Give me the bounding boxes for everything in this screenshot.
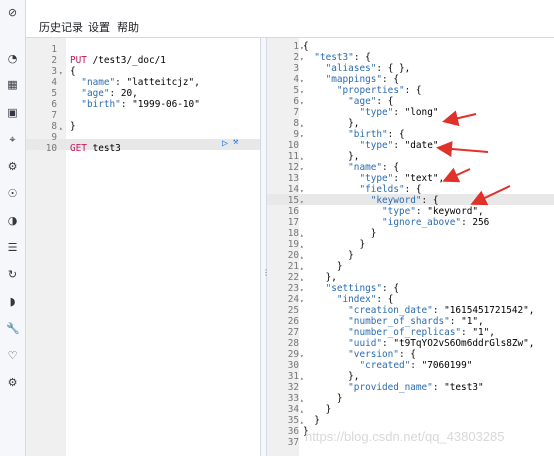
arrow-keyword [470,185,511,206]
arrow-age-type [442,110,477,127]
watermark-text: https://blog.csdn.net/qq_43803285 [305,429,505,444]
arrow-birth-type [436,141,489,157]
arrow-name-type [442,167,471,183]
annotation-arrows [436,110,511,206]
